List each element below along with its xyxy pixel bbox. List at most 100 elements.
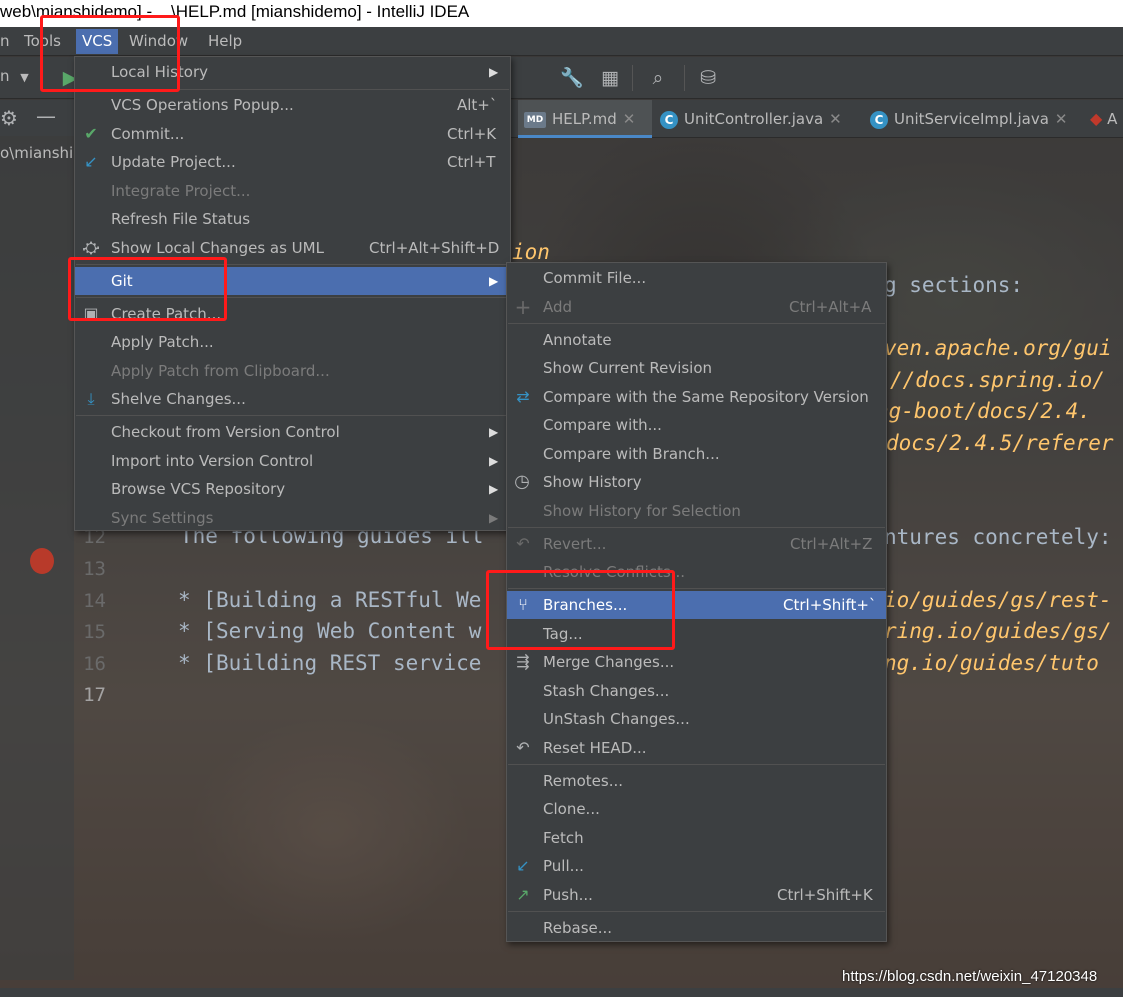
menu-item-vcs-operations-popup[interactable]: VCS Operations Popup... Alt+`	[75, 91, 510, 119]
check-icon: ✔	[84, 124, 98, 143]
reset-icon: ↶	[516, 738, 530, 757]
gear-icon[interactable]: ⚙	[0, 106, 18, 130]
clock-icon: ◷	[514, 471, 530, 492]
menu-item-shelve-changes[interactable]: ⤓ Shelve Changes...	[75, 385, 510, 413]
code-fragment: ring.io/guides/gs/	[884, 619, 1112, 643]
menu-separator	[508, 764, 885, 765]
menu-item-sync-settings[interactable]: Sync Settings ▶	[75, 504, 510, 532]
menu-item-history-selection[interactable]: Show History for Selection	[507, 497, 886, 525]
submenu-arrow-icon: ▶	[489, 425, 499, 439]
code-fragment: ven.apache.org/gui	[884, 336, 1112, 360]
submenu-arrow-icon: ▶	[489, 65, 499, 79]
menu-item-clone[interactable]: Clone...	[507, 795, 886, 823]
project-tool-window	[0, 100, 74, 980]
shelve-icon: ⤓	[87, 389, 95, 408]
menu-item-reset-head[interactable]: ↶ Reset HEAD...	[507, 734, 886, 762]
close-icon[interactable]: ✕	[623, 110, 636, 128]
menu-item-fetch[interactable]: Fetch	[507, 824, 886, 852]
wrench-icon[interactable]: 🔧	[560, 67, 584, 89]
menu-item-browse-vcs[interactable]: Browse VCS Repository ▶	[75, 475, 510, 503]
revert-icon: ↶	[516, 534, 530, 553]
update-arrow-icon: ↙	[84, 152, 98, 171]
markdown-link[interactable]: [Building a RESTful We	[203, 588, 481, 612]
line-number: 16	[83, 653, 106, 675]
menu-item-unstash-changes[interactable]: UnStash Changes...	[507, 705, 886, 733]
menu-item-compare-same-repo[interactable]: ⇄ Compare with the Same Repository Versi…	[507, 383, 886, 411]
menu-item-commit-file[interactable]: Commit File...	[507, 264, 886, 292]
tab-partial[interactable]: ◆ A	[1090, 100, 1123, 138]
tab-unit-controller[interactable]: C UnitController.java ✕	[660, 100, 860, 138]
merge-icon: ⇶	[516, 652, 530, 671]
watermark-text: https://blog.csdn.net/weixin_47120348	[842, 968, 1098, 985]
project-path-text: o\mianshi	[0, 144, 74, 162]
push-icon: ↗	[516, 885, 530, 904]
menu-item-refresh-file-status[interactable]: Refresh File Status	[75, 205, 510, 233]
submenu-arrow-icon: ▶	[489, 511, 499, 525]
line-number: 17	[83, 684, 106, 706]
line-number: 14	[83, 590, 106, 612]
menu-item-import-vcs[interactable]: Import into Version Control ▶	[75, 447, 510, 475]
menu-help[interactable]: Help	[202, 29, 248, 54]
menu-item-integrate-project[interactable]: Integrate Project...	[75, 177, 510, 205]
search-icon[interactable]: ⌕	[646, 67, 670, 89]
menu-item-stash-changes[interactable]: Stash Changes...	[507, 677, 886, 705]
menu-item-show-history[interactable]: ◷ Show History	[507, 468, 886, 496]
submenu-arrow-icon: ▶	[489, 482, 499, 496]
menu-item-revert[interactable]: ↶ Revert... Ctrl+Alt+Z	[507, 530, 886, 558]
apple-decoration	[30, 548, 54, 574]
submenu-arrow-icon: ▶	[489, 274, 499, 288]
pull-icon: ↙	[516, 856, 530, 875]
annotation-box-vcs	[40, 15, 180, 92]
menu-item-apply-patch-clipboard[interactable]: Apply Patch from Clipboard...	[75, 357, 510, 385]
code-fragment: g sections:	[884, 273, 1024, 297]
menu-item-rebase[interactable]: Rebase...	[507, 914, 886, 942]
menu-item-commit[interactable]: ✔ Commit... Ctrl+K	[75, 120, 510, 148]
menu-navigate-partial[interactable]: n	[0, 29, 16, 54]
markdown-link[interactable]: [Building REST service	[203, 651, 481, 675]
tab-help-md[interactable]: MD HELP.md ✕	[518, 100, 652, 138]
annotation-box-branches	[486, 570, 675, 650]
menu-item-apply-patch[interactable]: Apply Patch...	[75, 328, 510, 356]
menu-separator	[76, 415, 509, 416]
annotation-box-git	[68, 257, 227, 321]
submenu-arrow-icon: ▶	[489, 454, 499, 468]
menu-item-annotate[interactable]: Annotate	[507, 326, 886, 354]
project-panel-header: ⚙ —	[0, 100, 74, 136]
markdown-file-icon: MD	[524, 111, 546, 128]
menu-item-compare-branch[interactable]: Compare with Branch...	[507, 440, 886, 468]
project-structure-icon[interactable]: ▦	[598, 67, 622, 89]
uml-icon: ⛮	[82, 238, 100, 257]
close-icon[interactable]: ✕	[1055, 110, 1068, 128]
code-fragment: ntures concretely:	[884, 525, 1112, 549]
toolbar-separator	[632, 65, 633, 91]
menu-item-show-current-revision[interactable]: Show Current Revision	[507, 354, 886, 382]
application-icon: ◆	[1090, 109, 1103, 128]
tab-unit-service-impl[interactable]: C UnitServiceImpl.java ✕	[870, 100, 1080, 138]
menu-item-merge-changes[interactable]: ⇶ Merge Changes...	[507, 648, 886, 676]
menu-item-compare-with[interactable]: Compare with...	[507, 411, 886, 439]
close-icon[interactable]: ✕	[829, 110, 842, 128]
code-fragment: io/guides/gs/rest-	[884, 588, 1112, 612]
code-fragment: //docs.spring.io/	[890, 368, 1105, 392]
vcs-operations-icon[interactable]: ⛁	[696, 67, 720, 89]
menu-separator	[508, 323, 885, 324]
code-fragment: ng.io/guides/tuto	[884, 651, 1099, 675]
code-fragment: docs/2.4.5/referer	[886, 431, 1114, 455]
menu-item-pull[interactable]: ↙ Pull...	[507, 852, 886, 880]
code-line: * [Building a RESTful We	[178, 588, 482, 612]
line-number: 15	[83, 621, 106, 643]
compare-icon: ⇄	[516, 387, 530, 406]
menu-item-remotes[interactable]: Remotes...	[507, 767, 886, 795]
markdown-link[interactable]: [Serving Web Content w	[203, 619, 481, 643]
java-class-icon: C	[660, 110, 678, 129]
menu-item-update-project[interactable]: ↙ Update Project... Ctrl+T	[75, 148, 510, 176]
minimize-icon[interactable]: —	[36, 104, 56, 128]
code-fragment: ng-boot/docs/2.4.	[876, 399, 1091, 423]
code-line: * [Building REST service	[178, 651, 482, 675]
menu-item-checkout-vcs[interactable]: Checkout from Version Control ▶	[75, 418, 510, 446]
menu-separator	[508, 527, 885, 528]
editor-tabs: MD HELP.md ✕ C UnitController.java ✕ C UnitSe…	[510, 100, 1123, 138]
menu-item-add[interactable]: + Add Ctrl+Alt+A	[507, 293, 886, 321]
menu-item-push[interactable]: ↗ Push... Ctrl+Shift+K	[507, 881, 886, 909]
run-config-selector[interactable]: n ▼	[0, 67, 29, 85]
